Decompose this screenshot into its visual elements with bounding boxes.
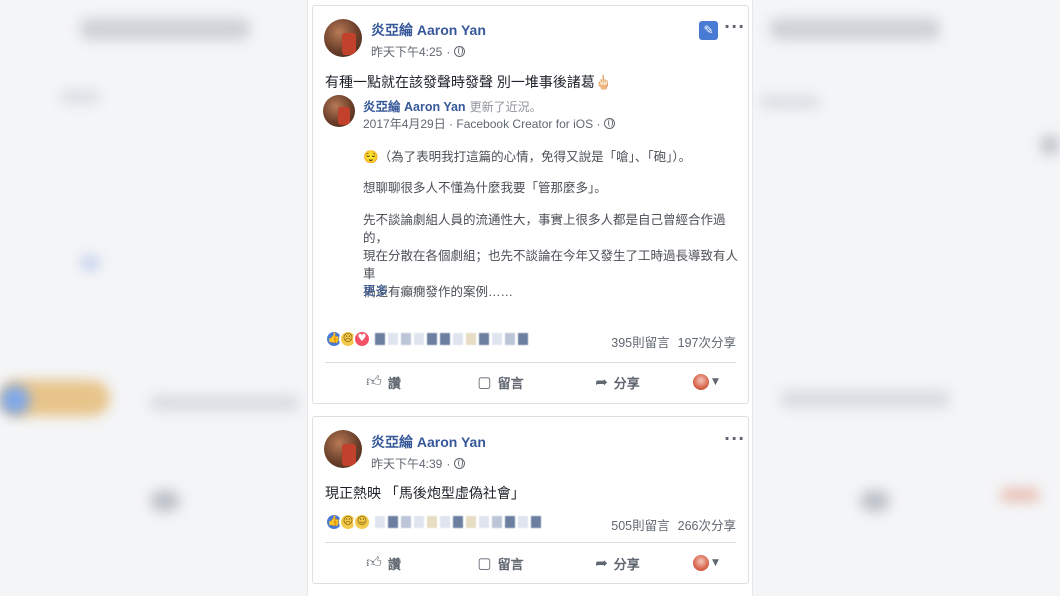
action-bar: 👍︎ 讚 ▢ 留言 ➦ 分享 ▼ [325, 367, 736, 397]
avatar[interactable] [324, 430, 362, 468]
share-arrow-icon: ➦ [595, 374, 608, 391]
post-card: 炎亞綸 Aaron Yan 昨天下午4:39 · ··· 現正熱映 「馬後炮型虛… [312, 416, 749, 584]
feed-column: 炎亞綸 Aaron Yan 昨天下午4:25 · ✎ ··· 有種一點就在該發聲… [307, 0, 753, 596]
pin-icon[interactable]: ✎ [699, 21, 718, 40]
divider [325, 542, 736, 543]
action-bar: 👍︎ 讚 ▢ 留言 ➦ 分享 ▼ [325, 548, 736, 578]
shared-para-2: 想聊聊很多人不懂為什麼我要「管那麼多」。 [363, 181, 607, 195]
share-button[interactable]: ➦ 分享 [559, 367, 676, 397]
relieved-emoji: 😌 [363, 150, 379, 164]
comment-count[interactable]: 505則留言 [611, 515, 669, 534]
thumbs-up-icon: 👍︎ [366, 373, 382, 390]
avatar[interactable] [324, 19, 362, 57]
reactions-row: 👍 ☹ ♥ 395則留言 197次分享 [325, 330, 736, 350]
shared-para-3: 先不談論劇組人員的流通性大，事實上很多人都是自己曾經合作過的， 現在分散在各個劇… [363, 213, 739, 299]
thumbs-up-icon: 👍︎ [366, 554, 382, 571]
love-reaction-icon: ♥ [353, 330, 371, 348]
share-count[interactable]: 266次分享 [678, 515, 736, 534]
comment-button[interactable]: ▢ 留言 [442, 548, 559, 578]
pixelated-reactor-names [375, 516, 541, 528]
shared-date-source[interactable]: 2017年4月29日 · Facebook Creator for iOS · [363, 115, 600, 132]
audience-selector[interactable]: ▼ [676, 548, 736, 578]
chevron-down-icon: ▼ [712, 377, 719, 387]
reaction-icons[interactable]: 👍 ☹ ♥ [325, 330, 371, 348]
post-text: 現正熱映 「馬後炮型虛偽社會」 [325, 485, 525, 501]
shared-meta: 2017年4月29日 · Facebook Creator for iOS · [363, 115, 616, 132]
post-author[interactable]: 炎亞綸 Aaron Yan [371, 432, 486, 452]
audience-selector[interactable]: ▼ [676, 367, 736, 397]
post-meta: 昨天下午4:39 · [371, 455, 466, 472]
globe-icon [604, 118, 616, 129]
like-button[interactable]: 👍︎ 讚 [325, 548, 442, 578]
post-card: 炎亞綸 Aaron Yan 昨天下午4:25 · ✎ ··· 有種一點就在該發聲… [312, 5, 749, 404]
comment-icon: ▢ [477, 374, 492, 391]
shared-post[interactable]: 炎亞綸 Aaron Yan 更新了近況。 2017年4月29日 · Faceboo… [323, 94, 738, 314]
shared-para-1: 😌（為了表明我打這篇的心情，免得又說是「嗆」、「砲」）。 [363, 150, 692, 164]
divider [325, 362, 736, 363]
chevron-down-icon: ▼ [712, 558, 719, 568]
post-time[interactable]: 昨天下午4:39 [371, 455, 442, 472]
engagement-counts: 505則留言 266次分享 [611, 515, 736, 534]
shared-author[interactable]: 炎亞綸 Aaron Yan 更新了近況。 [363, 96, 542, 115]
comment-icon: ▢ [477, 555, 492, 572]
more-options-icon[interactable]: ··· [724, 17, 745, 36]
post-text: 有種一點就在該發聲時發聲 別一堆事後諸葛🖕🏻 [325, 74, 613, 90]
globe-icon [454, 458, 466, 469]
share-arrow-icon: ➦ [595, 555, 608, 572]
post-meta: 昨天下午4:25 · [371, 43, 466, 60]
share-button[interactable]: ➦ 分享 [559, 548, 676, 578]
post-time[interactable]: 昨天下午4:25 [371, 43, 442, 60]
share-count[interactable]: 197次分享 [678, 332, 736, 351]
haha-reaction-icon: ☺ [353, 513, 371, 531]
like-button[interactable]: 👍︎ 讚 [325, 367, 442, 397]
see-more-link[interactable]: 更多 [363, 280, 388, 299]
pixelated-reactor-names [375, 333, 528, 345]
globe-icon [454, 46, 466, 57]
comment-button[interactable]: ▢ 留言 [442, 367, 559, 397]
reactions-row: 👍 ☹ ☺ 505則留言 266次分享 [325, 513, 736, 533]
post-author[interactable]: 炎亞綸 Aaron Yan [371, 20, 486, 40]
profile-avatar-icon [693, 555, 710, 571]
avatar[interactable] [323, 95, 355, 127]
engagement-counts: 395則留言 197次分享 [611, 332, 736, 351]
profile-avatar-icon [693, 374, 710, 390]
comment-count[interactable]: 395則留言 [611, 332, 669, 351]
reaction-icons[interactable]: 👍 ☹ ☺ [325, 513, 371, 531]
more-options-icon[interactable]: ··· [724, 429, 745, 448]
